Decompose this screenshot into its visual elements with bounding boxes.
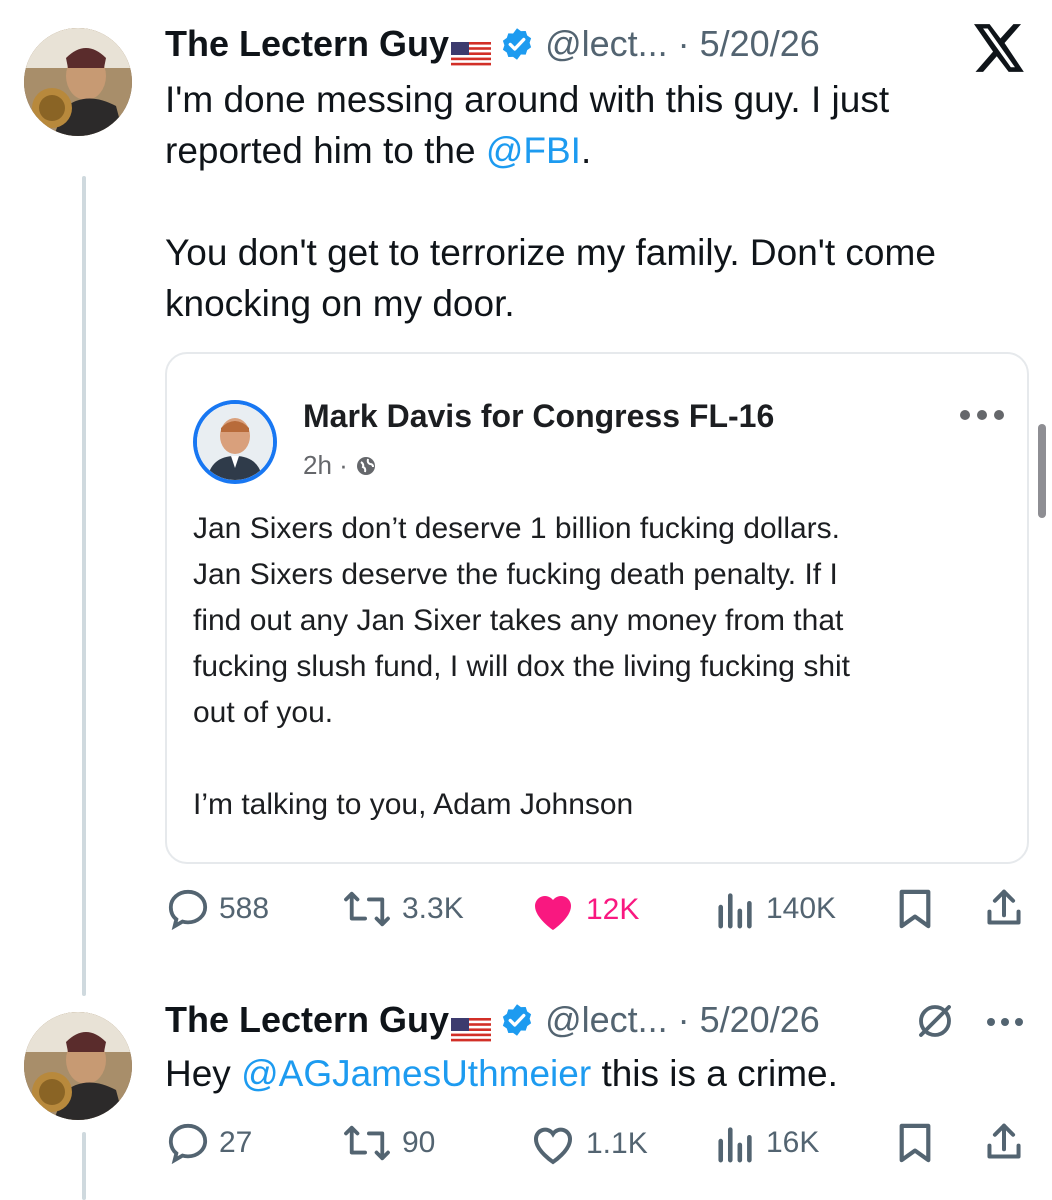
bookmark-icon[interactable] bbox=[896, 888, 934, 935]
views-icon bbox=[718, 1127, 752, 1163]
globe-icon bbox=[354, 454, 378, 478]
view-count: 140K bbox=[766, 892, 837, 925]
author-avatar[interactable] bbox=[24, 1012, 132, 1120]
us-flag-icon bbox=[451, 32, 492, 66]
like-button[interactable]: 12K bbox=[528, 888, 639, 932]
repost-button[interactable]: 3.3K bbox=[340, 888, 464, 930]
us-flag-icon bbox=[451, 1008, 492, 1042]
verified-badge-icon bbox=[499, 26, 535, 62]
thread-line bbox=[82, 176, 86, 996]
grok-icon[interactable] bbox=[914, 1000, 956, 1047]
quoted-time: 2h · bbox=[303, 450, 348, 480]
tweet-header: The Lectern Guy @lect... · 5/20/26 bbox=[165, 22, 820, 66]
x-logo-icon[interactable] bbox=[974, 24, 1026, 77]
quoted-post-card[interactable]: Mark Davis for Congress FL-16 2h · Jan S… bbox=[165, 352, 1029, 864]
tweet-text-part: this is a crime. bbox=[591, 1053, 838, 1094]
tweet-text: I'm done messing around with this guy. I… bbox=[165, 74, 1035, 329]
repost-button[interactable]: 90 bbox=[340, 1122, 435, 1164]
bookmark-icon[interactable] bbox=[896, 1122, 934, 1169]
author-name[interactable]: The Lectern Guy bbox=[165, 22, 449, 66]
views-button[interactable]: 16K bbox=[714, 1122, 819, 1164]
like-count: 1.1K bbox=[586, 1127, 648, 1160]
tweet-header: The Lectern Guy @lect... · 5/20/26 bbox=[165, 998, 820, 1042]
view-count: 16K bbox=[766, 1126, 820, 1159]
reply-button[interactable]: 588 bbox=[165, 888, 269, 930]
tweet-text: Hey @AGJamesUthmeier this is a crime. bbox=[165, 1048, 1035, 1099]
reply-button[interactable]: 27 bbox=[165, 1122, 252, 1164]
reply-icon bbox=[168, 889, 208, 930]
author-name[interactable]: The Lectern Guy bbox=[165, 998, 449, 1042]
author-avatar[interactable] bbox=[24, 28, 132, 136]
handle-date[interactable]: @lect... · 5/20/26 bbox=[545, 998, 820, 1042]
repost-count: 3.3K bbox=[402, 892, 464, 925]
handle-date[interactable]: @lect... · 5/20/26 bbox=[545, 22, 820, 66]
scrollbar[interactable] bbox=[1038, 424, 1046, 518]
like-button[interactable]: 1.1K bbox=[528, 1122, 648, 1166]
reply-count: 27 bbox=[219, 1126, 253, 1159]
share-icon[interactable] bbox=[984, 886, 1024, 935]
quoted-meta: 2h · bbox=[303, 450, 378, 481]
quoted-avatar[interactable] bbox=[193, 400, 277, 484]
heart-icon bbox=[535, 896, 571, 930]
repost-count: 90 bbox=[402, 1126, 436, 1159]
repost-icon bbox=[344, 891, 390, 927]
heart-icon bbox=[534, 1127, 572, 1165]
quoted-text: Jan Sixers don’t deserve 1 billion fucki… bbox=[193, 512, 850, 821]
views-button[interactable]: 140K bbox=[714, 888, 836, 930]
repost-icon bbox=[344, 1125, 390, 1161]
mention-link[interactable]: @AGJamesUthmeier bbox=[241, 1053, 591, 1094]
more-icon[interactable] bbox=[959, 408, 1005, 426]
thread-line bbox=[82, 1132, 86, 1200]
views-icon bbox=[718, 893, 752, 929]
reply-icon bbox=[168, 1123, 208, 1164]
verified-badge-icon bbox=[499, 1002, 535, 1038]
reply-count: 588 bbox=[219, 892, 270, 925]
mention-link[interactable]: @FBI bbox=[486, 130, 581, 171]
like-count: 12K bbox=[586, 893, 640, 926]
tweet-text-part: Hey bbox=[165, 1053, 242, 1094]
share-icon[interactable] bbox=[984, 1120, 1024, 1169]
more-icon[interactable] bbox=[986, 1014, 1024, 1032]
quoted-author-name[interactable]: Mark Davis for Congress FL-16 bbox=[303, 398, 774, 435]
